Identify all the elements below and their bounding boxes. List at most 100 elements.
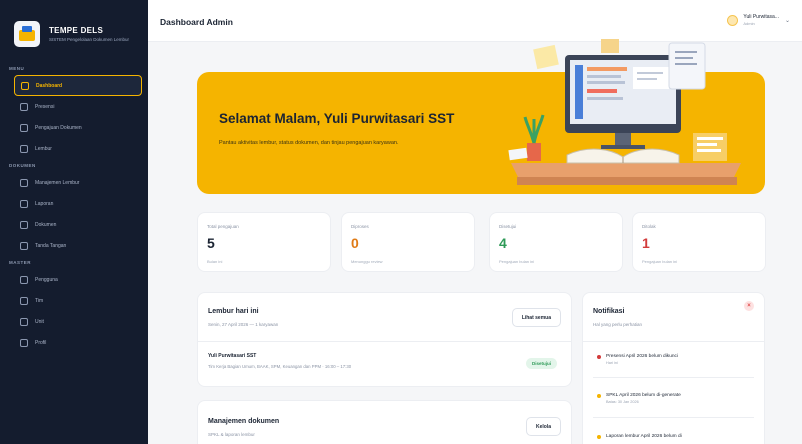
- status-dot: [597, 355, 601, 359]
- report-icon: [20, 199, 28, 208]
- user-name: Yuli Purwitasa...: [743, 14, 779, 20]
- sidebar-item-laporan[interactable]: Laporan: [14, 193, 142, 214]
- chevron-down-icon[interactable]: ⌄: [785, 17, 790, 24]
- clock-icon: [20, 144, 28, 153]
- panel-title: Lembur hari ini: [208, 308, 259, 315]
- page-title: Dashboard Admin: [160, 17, 233, 27]
- sidebar-item-label: Dokumen: [35, 221, 57, 228]
- sidebar-section-master: MASTER: [9, 260, 31, 265]
- divider: [593, 417, 754, 418]
- stat-card-ditolak[interactable]: Ditolak 1 Pengajuan bulan ini: [632, 212, 766, 272]
- notification-item[interactable]: Presensi April 2026 belum dikunci Hari i…: [597, 353, 754, 365]
- divider: [583, 341, 764, 342]
- sidebar-section-menu: MENU: [9, 66, 25, 71]
- sidebar-item-manajemen-lembur[interactable]: Manajemen Lembur: [14, 172, 142, 193]
- sidebar-item-pengajuan-dokumen[interactable]: Pengajuan Dokumen: [14, 117, 142, 138]
- brand-text: TEMPE DELS SISTEM Pengelolaan Dokumen Le…: [49, 26, 129, 43]
- notification-item[interactable]: SPKL April 2026 belum di-generate Batas:…: [597, 392, 754, 404]
- app-root: TEMPE DELS SISTEM Pengelolaan Dokumen Le…: [0, 0, 802, 444]
- status-badge: Disetujui: [525, 358, 557, 369]
- panel-subtitle: Hal yang perlu perhatian: [593, 322, 643, 327]
- welcome-title: Selamat Malam, Yuli Purwitasari SST: [219, 111, 455, 126]
- document-management-panel: Manajemen dokumen SPKL & laporan lembur …: [197, 400, 572, 444]
- welcome-subtitle: Pantau aktivitas lembur, status dokumen,…: [219, 140, 399, 146]
- stat-subtext: Pengajuan bulan ini: [499, 259, 535, 264]
- stat-label: Disetujui: [499, 224, 517, 229]
- status-dot: [597, 394, 601, 398]
- workspace-illustration: [508, 39, 741, 185]
- document-icon: [20, 220, 28, 229]
- sidebar-item-lembur[interactable]: Lembur: [14, 138, 142, 159]
- stat-card-disetujui[interactable]: Disetujui 4 Pengajuan bulan ini: [489, 212, 623, 272]
- user-icon: [20, 275, 28, 284]
- stat-label: Ditolak: [642, 224, 656, 229]
- avatar: [727, 14, 739, 26]
- building-icon: [20, 317, 28, 326]
- status-dot: [597, 435, 601, 439]
- notification-panel: Notifikasi Hal yang perlu perhatian × Pr…: [582, 292, 765, 444]
- sidebar-item-presensi[interactable]: Presensi: [14, 96, 142, 117]
- panel-title: Notifikasi: [593, 308, 625, 315]
- notification-time: Hari ini: [606, 361, 618, 365]
- stat-card-diproses[interactable]: Diproses 0 Menunggu review: [341, 212, 475, 272]
- notification-item[interactable]: Laporan lembur April 2026 belum di: [597, 433, 754, 440]
- brand-logo-icon: [14, 21, 40, 47]
- sidebar-item-label: Tanda Tangan: [35, 242, 67, 249]
- panel-subtitle: SPKL & laporan lembur: [208, 432, 255, 437]
- overtime-today-panel: Lembur hari ini Senin, 27 April 2026 — 1…: [197, 292, 572, 387]
- user-role: Admin: [743, 21, 755, 26]
- sidebar-item-tim[interactable]: Tim: [14, 290, 142, 311]
- sidebar-item-label: Laporan: [35, 200, 54, 207]
- sidebar-item-tanda-tangan[interactable]: Tanda Tangan: [14, 235, 142, 256]
- users-icon: [20, 296, 28, 305]
- profile-icon: [20, 338, 28, 347]
- stat-card-total[interactable]: Total pengajuan 5 Bulan ini: [197, 212, 331, 272]
- sidebar-item-label: Presensi: [35, 103, 55, 110]
- sidebar: TEMPE DELS SISTEM Pengelolaan Dokumen Le…: [0, 0, 148, 444]
- sidebar-item-label: Lembur: [35, 145, 52, 152]
- notification-text: SPKL April 2026 belum di-generate: [606, 393, 681, 398]
- divider: [593, 377, 754, 378]
- brand[interactable]: TEMPE DELS SISTEM Pengelolaan Dokumen Le…: [0, 0, 148, 56]
- sidebar-item-unit[interactable]: Unit: [14, 311, 142, 332]
- sidebar-item-pengguna[interactable]: Pengguna: [14, 269, 142, 290]
- sidebar-item-label: Profil: [35, 339, 47, 346]
- sidebar-item-label: Tim: [35, 297, 44, 304]
- calendar-icon: [20, 102, 28, 111]
- notification-text: Laporan lembur April 2026 belum di: [606, 434, 682, 439]
- welcome-banner: Selamat Malam, Yuli Purwitasari SST Pant…: [197, 39, 765, 194]
- stat-value: 1: [642, 235, 650, 251]
- stat-value: 0: [351, 235, 359, 251]
- panel-title: Manajemen dokumen: [208, 418, 280, 425]
- overtime-employee-name: Yuli Purwitasari SST: [208, 353, 257, 359]
- close-icon[interactable]: ×: [744, 301, 754, 311]
- stat-subtext: Pengajuan bulan ini: [642, 259, 678, 264]
- notification-text: Presensi April 2026 belum dikunci: [606, 354, 678, 359]
- brand-subtitle: SISTEM Pengelolaan Dokumen Lembur: [49, 36, 130, 42]
- stat-subtext: Bulan ini: [207, 259, 223, 264]
- sidebar-item-profil[interactable]: Profil: [14, 332, 142, 353]
- user-menu[interactable]: Yuli Purwitasa... Admin ⌄: [727, 14, 790, 26]
- stat-value: 5: [207, 235, 215, 251]
- sidebar-item-label: Manajemen Lembur: [35, 179, 80, 186]
- panel-subtitle: Senin, 27 April 2026 — 1 karyawan: [208, 322, 279, 327]
- topbar: Dashboard Admin Yuli Purwitasa... Admin …: [148, 0, 802, 42]
- file-icon: [20, 123, 28, 132]
- sidebar-item-label: Unit: [35, 318, 44, 325]
- manage-button[interactable]: Kelola: [525, 417, 561, 436]
- sidebar-item-dashboard[interactable]: Dashboard: [14, 75, 142, 96]
- stat-value: 4: [499, 235, 507, 251]
- sidebar-section-dokumen: DOKUMEN: [9, 163, 36, 168]
- sidebar-item-label: Pengajuan Dokumen: [35, 124, 82, 131]
- pen-icon: [20, 241, 28, 250]
- view-all-button[interactable]: Lihat semua: [511, 308, 561, 327]
- notification-time: Batas: 30 Jan 2026: [606, 400, 639, 404]
- sidebar-item-label: Dashboard: [36, 82, 63, 89]
- brand-title: TEMPE DELS: [49, 25, 104, 35]
- sidebar-item-dokumen[interactable]: Dokumen: [14, 214, 142, 235]
- home-icon: [21, 81, 29, 90]
- folder-icon: [20, 178, 28, 187]
- stat-label: Total pengajuan: [207, 224, 239, 229]
- sidebar-item-label: Pengguna: [35, 276, 58, 283]
- overtime-employee-detail: Tim Kerja Bagian Umum, BAAK, SPM, Keuang…: [208, 364, 352, 369]
